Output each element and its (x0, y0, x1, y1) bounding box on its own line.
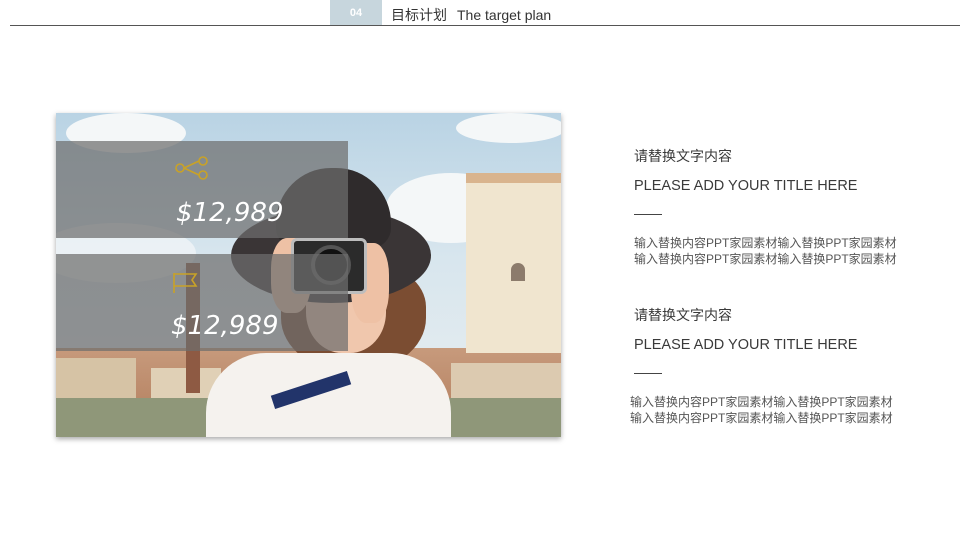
content-block-1: 请替换文字内容 PLEASE ADD YOUR TITLE HERE 输入替换内… (634, 146, 904, 267)
stat-card-1: $12,989 (56, 141, 348, 238)
block-subtitle: 请替换文字内容 (634, 148, 732, 164)
share-icon (175, 156, 208, 180)
block-title: PLEASE ADD YOUR TITLE HERE (634, 337, 858, 353)
stat-value-2: $12,989 (171, 311, 279, 341)
section-number-badge: 04 (330, 0, 382, 25)
header-divider (10, 25, 960, 26)
header-title-en: The target plan (457, 7, 552, 23)
block-subtitle: 请替换文字内容 (634, 307, 732, 323)
block-body: 输入替换内容PPT家园素材输入替换PPT家园素材输入替换内容PPT家园素材输入替… (630, 395, 893, 425)
stat-card-2: $12,989 (56, 254, 348, 351)
stat-value-1: $12,989 (176, 198, 284, 228)
block-divider (634, 373, 662, 374)
block-divider (634, 214, 662, 215)
content-block-2: 请替换文字内容 PLEASE ADD YOUR TITLE HERE 输入替换内… (630, 305, 904, 426)
flag-icon (173, 273, 198, 293)
header-title: 目标计划 The target plan (391, 5, 561, 25)
header-title-cn: 目标计划 (391, 7, 447, 23)
block-body: 输入替换内容PPT家园素材输入替换PPT家园素材输入替换内容PPT家园素材输入替… (634, 236, 897, 266)
block-title: PLEASE ADD YOUR TITLE HERE (634, 178, 858, 194)
